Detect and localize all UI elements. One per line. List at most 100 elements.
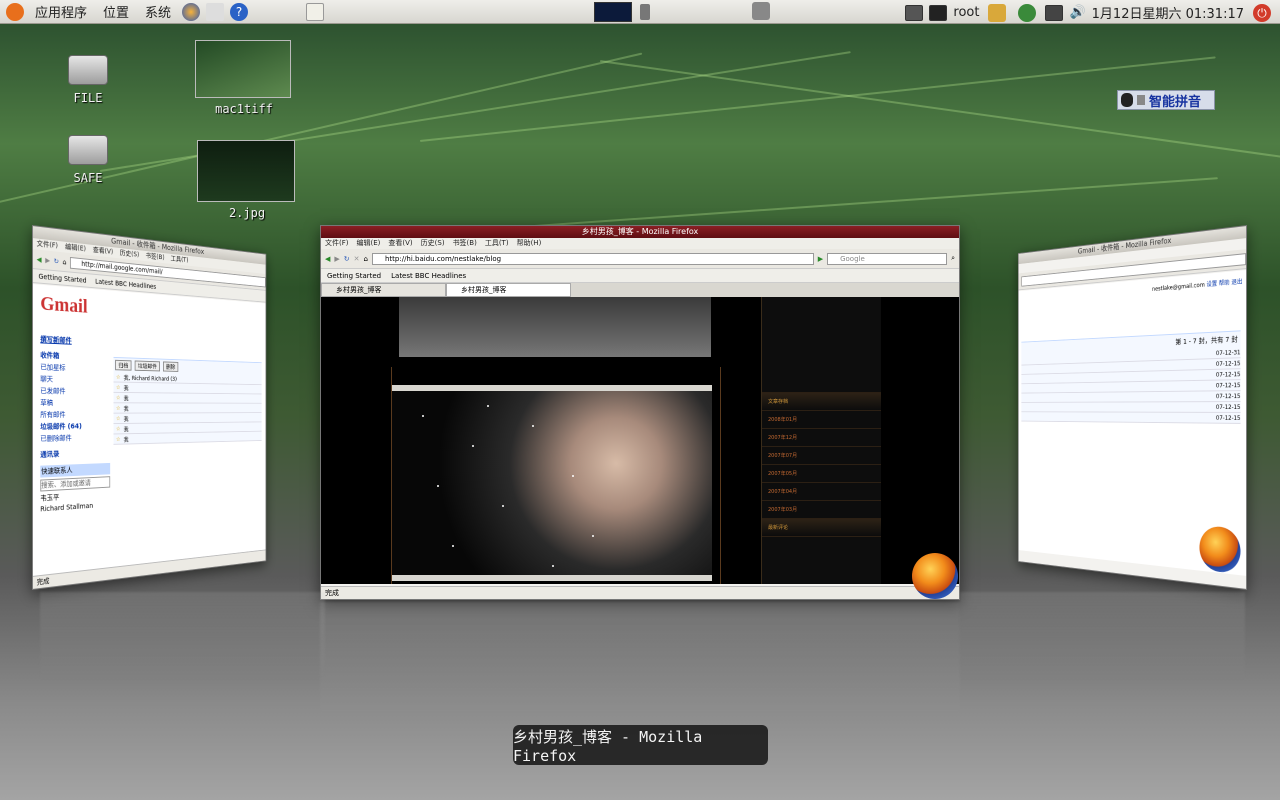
menu-tools[interactable]: 工具(T) — [171, 254, 189, 266]
volume-icon[interactable]: 🔊 — [1069, 5, 1085, 20]
mail-row[interactable]: ☆ 我 — [113, 431, 262, 445]
star-icon[interactable]: ☆ — [116, 394, 120, 401]
window-gmail-right[interactable]: Gmail - 收件箱 - Mozilla Firefox nestlake@g… — [1018, 225, 1247, 590]
search-icon[interactable]: ⌕ — [951, 254, 955, 263]
ime-indicator[interactable]: 智能拼音 — [1117, 90, 1215, 110]
menu-help[interactable]: 帮助(H) — [517, 238, 542, 249]
reload-icon[interactable]: ↻ — [344, 255, 350, 263]
bookmark-bbc-headlines[interactable]: Latest BBC Headlines — [95, 277, 156, 290]
star-icon[interactable]: ☆ — [116, 405, 120, 412]
bookmark-getting-started[interactable]: Getting Started — [327, 272, 381, 280]
firefox-launcher-icon[interactable] — [182, 2, 201, 21]
blog-screenshot-image[interactable] — [392, 385, 712, 581]
nav-starred[interactable]: 已加星标 — [40, 362, 110, 374]
update-notifier-icon[interactable] — [1018, 3, 1037, 22]
desktop-icon-mac1tiff[interactable]: mac1tiff — [195, 40, 293, 116]
clock[interactable]: 1月12日星期六 01:31:17 — [1092, 3, 1244, 22]
desktop-icon-safe[interactable]: SAFE — [58, 135, 118, 185]
menu-system[interactable]: 系统 — [137, 2, 179, 21]
system-monitor-icon[interactable] — [594, 2, 632, 22]
tab-blog-1[interactable]: 乡村男孩_博客 — [321, 283, 446, 297]
nav-all-mail[interactable]: 所有邮件 — [40, 410, 110, 420]
archive-link[interactable]: 2007年05月 — [762, 465, 881, 483]
power-plug-icon[interactable] — [640, 4, 650, 20]
text-editor-icon[interactable] — [306, 2, 324, 21]
mail-launcher-icon[interactable] — [206, 2, 225, 21]
spam-button[interactable]: 垃圾邮件 — [134, 360, 160, 372]
menu-file[interactable]: 文件(F) — [37, 239, 58, 252]
home-icon[interactable]: ⌂ — [364, 255, 368, 263]
signout-link[interactable]: 退出 — [1231, 278, 1242, 286]
mail-row[interactable]: ☆ 我 — [113, 392, 262, 404]
tab-blog-2[interactable]: 乡村男孩_博客 — [446, 283, 571, 297]
menu-tools[interactable]: 工具(T) — [485, 238, 509, 249]
url-bar[interactable]: http://hi.baidu.com/nestlake/blog — [371, 252, 814, 265]
menu-bookmarks[interactable]: 书签(B) — [146, 251, 165, 263]
mail-row[interactable]: 07-12-15 — [1021, 412, 1241, 424]
star-icon[interactable]: ☆ — [116, 384, 120, 391]
bookmark-getting-started[interactable]: Getting Started — [38, 272, 86, 284]
bookmark-bbc-headlines[interactable]: Latest BBC Headlines — [391, 272, 466, 280]
menu-view[interactable]: 查看(V) — [93, 245, 113, 258]
archive-link[interactable]: 2007年03月 — [762, 501, 881, 519]
window-switcher-caption: 乡村男孩_博客 - Mozilla Firefox — [513, 725, 768, 765]
keys-icon[interactable] — [988, 3, 1007, 22]
nav-contacts[interactable]: 通讯录 — [40, 448, 110, 460]
nav-sent[interactable]: 已发邮件 — [40, 386, 110, 396]
window-gmail-left[interactable]: Gmail - 收件箱 - Mozilla Firefox 文件(F) 编辑(E… — [32, 225, 267, 590]
power-button-icon[interactable]: ⏻ — [1253, 3, 1271, 22]
embedded-taskbar — [392, 575, 712, 581]
menu-history[interactable]: 历史(S) — [421, 238, 445, 249]
back-icon[interactable]: ◀ — [37, 255, 42, 263]
reload-icon[interactable]: ↻ — [54, 257, 59, 265]
help-icon[interactable]: ? — [230, 2, 249, 21]
quick-contacts-header[interactable]: 快速联系人 — [40, 462, 111, 478]
nav-trash[interactable]: 已删除邮件 — [40, 433, 110, 444]
menu-bookmarks[interactable]: 书签(B) — [453, 238, 477, 249]
archive-link[interactable]: 2007年04月 — [762, 483, 881, 501]
display-icon[interactable] — [1045, 4, 1064, 21]
bookmarks-toolbar: Getting Started Latest BBC Headlines — [321, 269, 959, 283]
forward-icon[interactable]: ▶ — [334, 255, 339, 263]
star-icon[interactable]: ☆ — [116, 415, 120, 422]
back-icon[interactable]: ◀ — [325, 255, 330, 263]
compose-link[interactable]: 撰写新邮件 — [40, 334, 110, 347]
mail-row[interactable]: ☆ 我 — [113, 403, 262, 414]
network-icon[interactable] — [752, 2, 770, 20]
nav-chat[interactable]: 聊天 — [40, 374, 110, 385]
window-reflection — [960, 592, 1245, 682]
menu-history[interactable]: 历史(S) — [120, 248, 139, 260]
archive-link[interactable]: 2007年12月 — [762, 429, 881, 447]
star-icon[interactable]: ☆ — [116, 374, 120, 381]
window-titlebar[interactable]: 乡村男孩_博客 - Mozilla Firefox — [321, 226, 959, 238]
home-icon[interactable]: ⌂ — [63, 258, 67, 266]
archive-link[interactable]: 2008年01月 — [762, 411, 881, 429]
star-icon[interactable]: ☆ — [116, 425, 120, 432]
menu-places[interactable]: 位置 — [95, 2, 137, 21]
terminal-icon[interactable] — [929, 4, 948, 21]
stop-icon[interactable]: ✕ — [354, 255, 360, 263]
menu-edit[interactable]: 编辑(E) — [357, 238, 381, 249]
nav-drafts[interactable]: 草稿 — [40, 398, 110, 408]
star-icon[interactable]: ☆ — [116, 436, 120, 443]
desktop-icon-2jpg[interactable]: 2.jpg — [197, 140, 297, 220]
delete-button[interactable]: 删除 — [163, 361, 179, 372]
mail-row[interactable]: 07-12-15 — [1021, 391, 1241, 403]
ubuntu-logo-icon[interactable] — [6, 2, 24, 21]
nav-inbox[interactable]: 收件箱 — [40, 350, 110, 362]
cpu-icon[interactable] — [905, 4, 924, 21]
archive-button[interactable]: 归档 — [115, 359, 132, 371]
forward-icon[interactable]: ▶ — [45, 256, 50, 264]
menu-file[interactable]: 文件(F) — [325, 238, 349, 249]
nav-spam[interactable]: 垃圾邮件 (64) — [40, 421, 110, 432]
menu-applications[interactable]: 应用程序 — [27, 2, 95, 21]
help-link[interactable]: 帮助 — [1219, 280, 1230, 288]
menu-edit[interactable]: 编辑(E) — [65, 242, 86, 255]
go-icon[interactable]: ▶ — [818, 255, 823, 263]
search-input[interactable]: Google — [827, 252, 948, 265]
archive-link[interactable]: 2007年07月 — [762, 447, 881, 465]
desktop-icon-file[interactable]: FILE — [58, 55, 118, 105]
menu-view[interactable]: 查看(V) — [388, 238, 412, 249]
settings-link[interactable]: 设置 — [1207, 281, 1218, 289]
top-panel: 应用程序 位置 系统 ? root 🔊 1月12日星期六 01:31:17 ⏻ — [0, 0, 1280, 24]
